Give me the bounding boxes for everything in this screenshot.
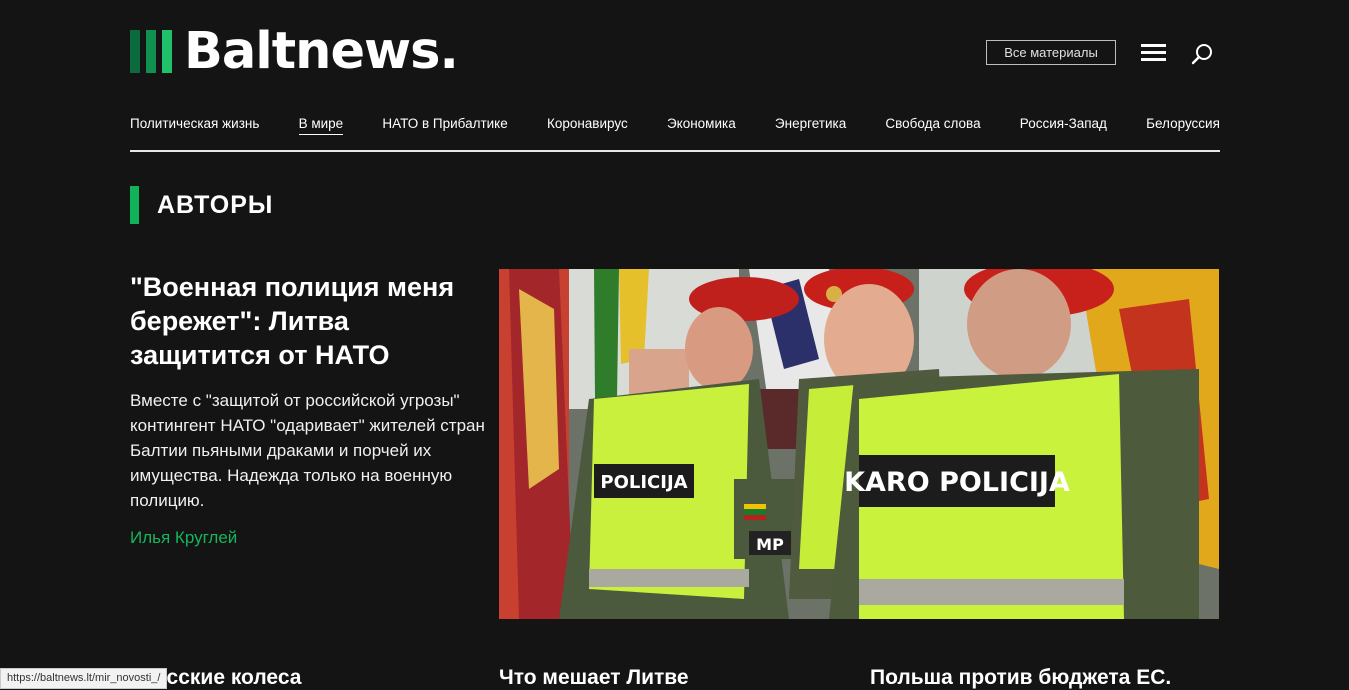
lead-image-vest-left-text: POLICIJA [600,472,687,493]
site-logo[interactable]: Baltnews. [130,22,459,81]
nav-item-world[interactable]: В мире [298,104,344,135]
card-title-2[interactable]: Что мешает Литве [499,666,689,690]
nav-item-free-speech[interactable]: Свобода слова [885,104,980,131]
search-icon[interactable] [1190,42,1214,66]
nav-item-belarus[interactable]: Белоруссия [1146,104,1220,131]
nav-item-nato[interactable]: НАТО в Прибалтике [382,104,507,131]
logo-mark-icon [130,30,172,73]
lead-image-patch-text: MP [756,535,784,554]
site-header: Baltnews. Все материалы [130,24,1220,80]
logo-text: Baltnews. [184,22,459,81]
hamburger-menu-icon[interactable] [1141,44,1166,62]
nav-item-economy[interactable]: Экономика [667,104,736,131]
status-bar-url: https://baltnews.lt/mir_novosti_/ [0,668,168,689]
section-header: АВТОРЫ [130,186,273,224]
section-title: АВТОРЫ [157,190,274,219]
main-navigation: Политическая жизнь В мире НАТО в Прибалт… [130,104,1220,152]
nav-item-coronavirus[interactable]: Коронавирус [547,104,628,131]
lead-article-title[interactable]: "Военная полиция меня бережет": Литва за… [130,270,480,372]
nav-item-politics[interactable]: Политическая жизнь [130,104,259,131]
lead-image-vest-text: KARO POLICIJA [844,467,1070,498]
nav-item-russia-west[interactable]: Россия-Запад [1020,104,1107,131]
section-accent-bar [130,186,139,224]
all-materials-button[interactable]: Все материалы [986,40,1116,65]
card-title-3[interactable]: Польша против бюджета ЕС. [870,666,1171,690]
nav-item-energy[interactable]: Энергетика [775,104,846,131]
lead-article-image[interactable]: MP POLICIJA KARO POLICIJA [499,269,1219,619]
lead-article-author[interactable]: Илья Круглей [130,528,237,548]
lead-article-summary: Вместе с "защитой от российской угрозы" … [130,391,485,510]
